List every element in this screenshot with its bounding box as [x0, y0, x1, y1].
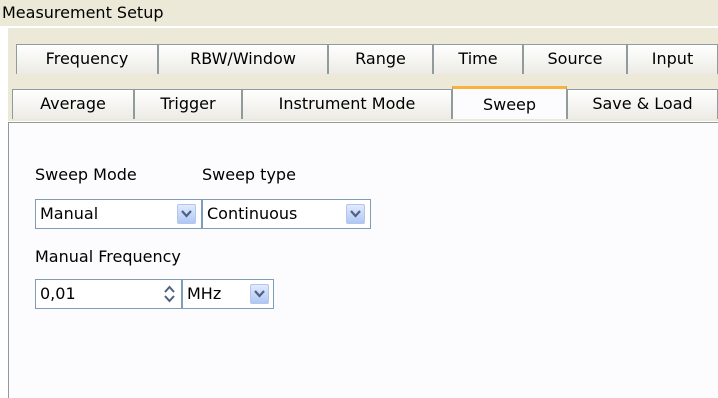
tab-label: Time [458, 49, 498, 68]
tab-label: Input [651, 49, 694, 68]
tab-label: Frequency [45, 49, 129, 68]
tab-instrument-mode[interactable]: Instrument Mode [242, 89, 452, 119]
tab-source[interactable]: Source [523, 44, 627, 74]
tab-save-load[interactable]: Save & Load [567, 89, 718, 119]
chevron-down-icon[interactable] [346, 204, 365, 224]
manual-frequency-input[interactable]: 0,01 [35, 279, 182, 309]
tab-label: Sweep [482, 95, 537, 114]
frequency-unit-value: MHz [187, 284, 222, 303]
tab-input[interactable]: Input [627, 44, 718, 74]
tab-label: Source [547, 49, 603, 68]
up-down-arrows-icon[interactable] [161, 283, 178, 305]
tab-sweep[interactable]: Sweep [452, 86, 567, 119]
tab-label: Save & Load [592, 94, 693, 113]
manual-frequency-label: Manual Frequency [35, 247, 181, 266]
tab-average[interactable]: Average [12, 89, 134, 119]
window-title: Measurement Setup [0, 0, 718, 26]
tab-frequency[interactable]: Frequency [16, 44, 158, 74]
tab-label: Range [355, 49, 406, 68]
tab-range[interactable]: Range [328, 44, 433, 74]
tab-label: Instrument Mode [278, 94, 416, 113]
tab-strip: Frequency RBW/Window Range Time Source I… [8, 28, 718, 121]
tab-time[interactable]: Time [433, 44, 523, 74]
sweep-type-label: Sweep type [202, 165, 296, 184]
tab-rbw-window[interactable]: RBW/Window [158, 44, 328, 74]
tab-label: RBW/Window [190, 49, 296, 68]
sweep-type-value: Continuous [207, 204, 298, 223]
sweep-mode-select[interactable]: Manual [35, 199, 202, 229]
sweep-panel: Sweep Mode Sweep type Manual Continuous … [8, 122, 718, 398]
chevron-down-icon[interactable] [250, 284, 269, 304]
sweep-mode-label: Sweep Mode [35, 165, 137, 184]
tab-label: Average [40, 94, 106, 113]
sweep-mode-value: Manual [40, 204, 99, 223]
tab-label: Trigger [160, 94, 216, 113]
chevron-down-icon[interactable] [177, 204, 196, 224]
tab-trigger[interactable]: Trigger [134, 89, 242, 119]
frequency-unit-select[interactable]: MHz [182, 279, 274, 309]
sweep-type-select[interactable]: Continuous [202, 199, 371, 229]
manual-frequency-value: 0,01 [40, 284, 76, 303]
